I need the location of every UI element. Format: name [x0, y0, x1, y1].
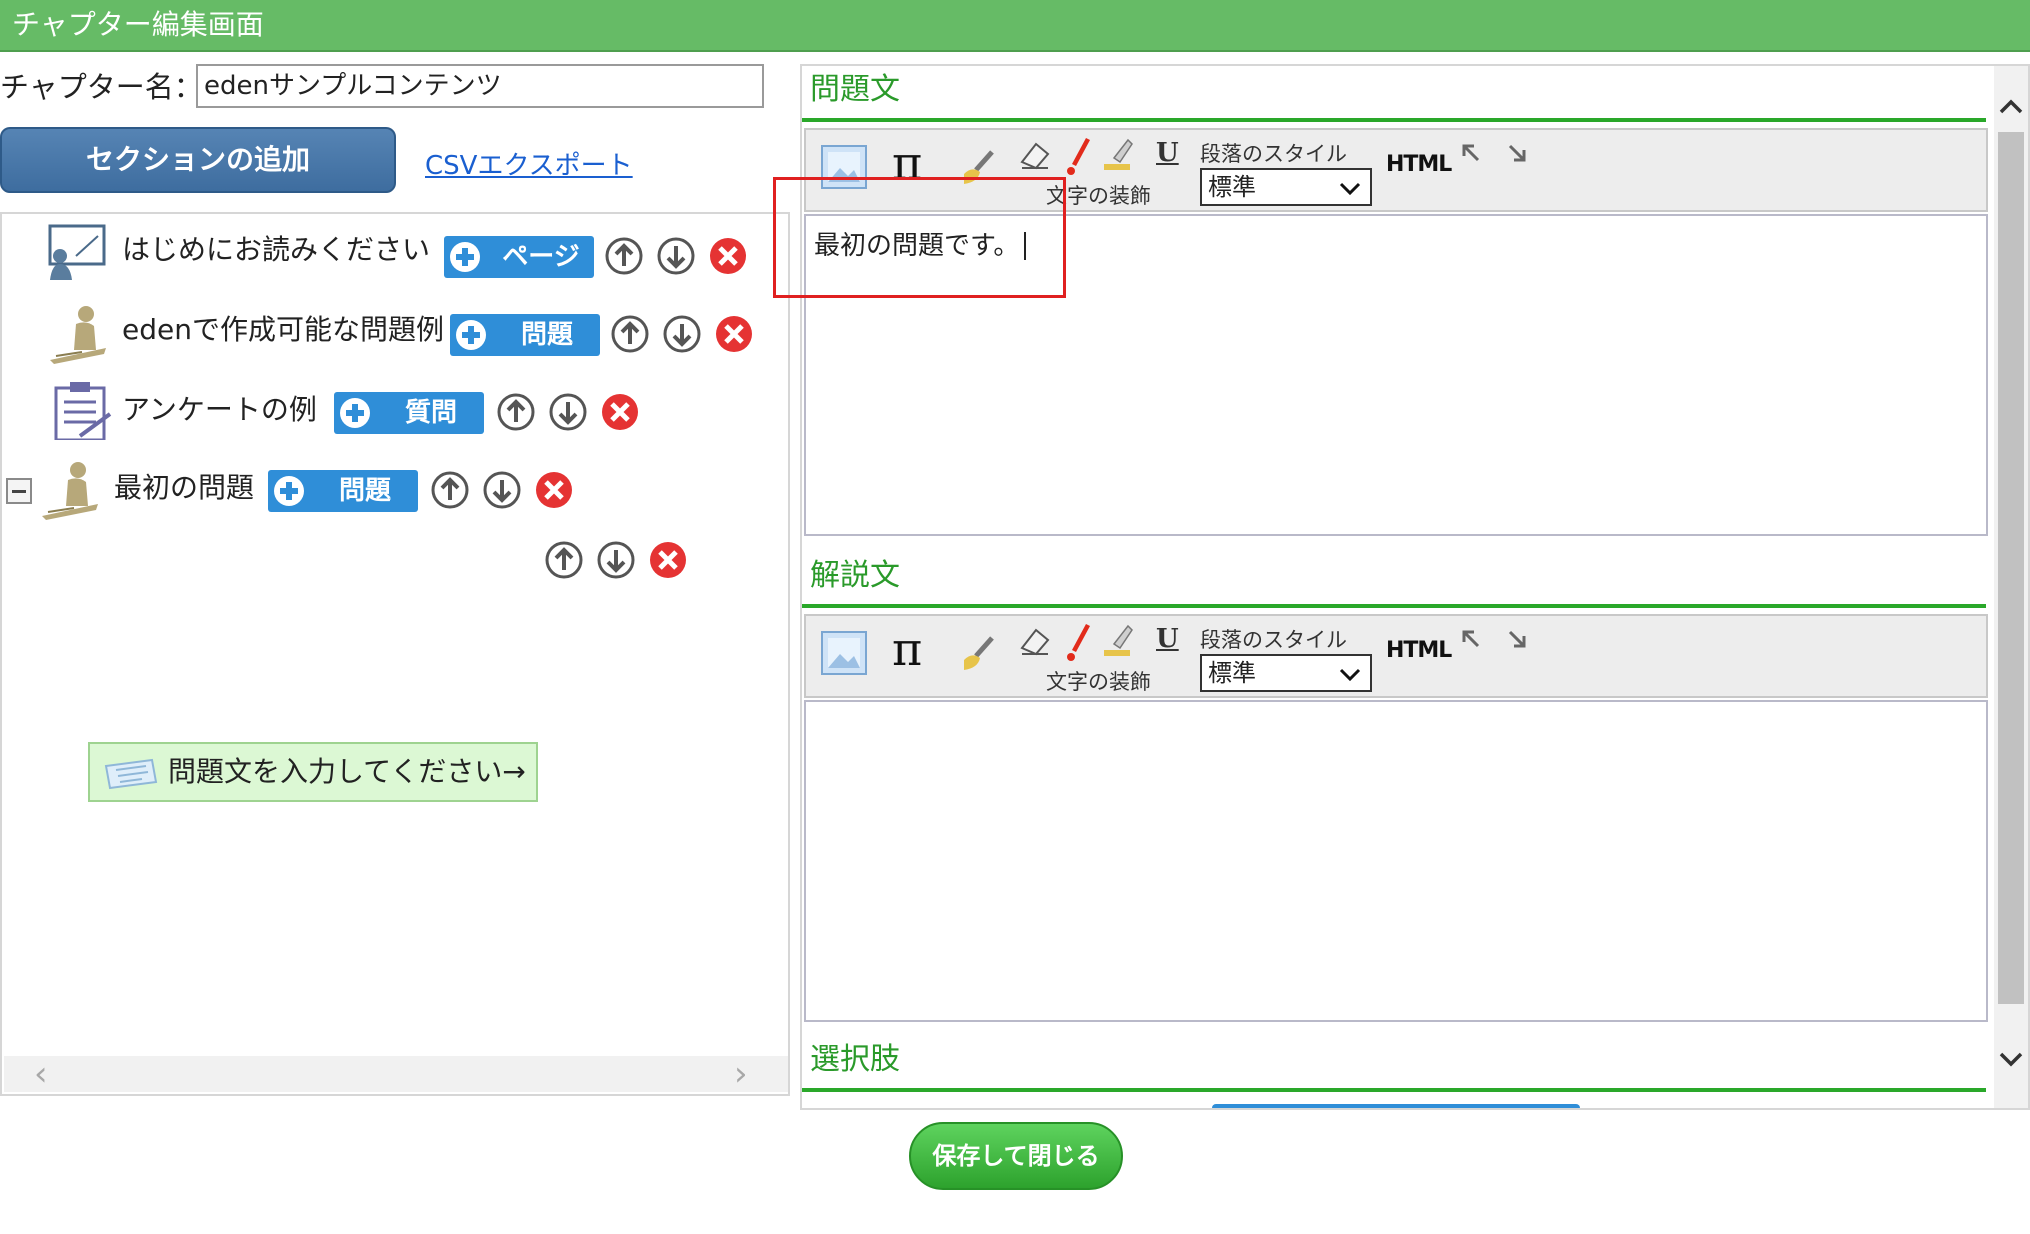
- chapter-name-input[interactable]: edenサンプルコンテンツ: [196, 64, 764, 108]
- html-source-button[interactable]: HTML: [1386, 152, 1452, 177]
- html-source-button[interactable]: HTML: [1386, 638, 1452, 663]
- window-title-bar: チャプター編集画面: [0, 0, 2030, 52]
- tree-horizontal-scrollbar[interactable]: ‹ ›: [4, 1056, 788, 1092]
- clipboard-icon: [54, 382, 112, 440]
- add-question-button[interactable]: 問題: [450, 314, 600, 356]
- expand-icon[interactable]: [1460, 628, 1482, 650]
- scroll-down-icon[interactable]: [1998, 1046, 2024, 1072]
- delete-icon[interactable]: [648, 540, 688, 580]
- tree-item-label: 最初の問題: [114, 471, 255, 504]
- section-divider: [802, 604, 1986, 608]
- delete-icon[interactable]: [714, 314, 754, 354]
- insert-image-icon[interactable]: [820, 630, 868, 676]
- editor-panel: 問題文 π U 文字の装飾 段落のスタイル 標準 HTML 最初の問題です。 解…: [800, 64, 2030, 1110]
- paragraph-style-select[interactable]: 標準: [1200, 168, 1372, 206]
- text-caret: [1024, 232, 1026, 260]
- tree-item-label: アンケートの例: [122, 393, 317, 426]
- explanation-heading: 解説文: [810, 558, 900, 593]
- move-up-icon[interactable]: [610, 314, 650, 354]
- highlight-icon[interactable]: [1102, 624, 1134, 660]
- person-writing-icon: [50, 306, 106, 364]
- section-divider: [802, 118, 1986, 122]
- paragraph-style-label: 段落のスタイル: [1200, 142, 1347, 166]
- underline-icon[interactable]: U: [1156, 138, 1179, 168]
- section-tree-panel: はじめにお読みください ページ edenで作成可能な問題例 問題 アンケートの例…: [0, 212, 790, 1096]
- plus-icon: [456, 320, 486, 350]
- plus-icon: [450, 242, 480, 272]
- move-down-icon[interactable]: [662, 314, 702, 354]
- text-color-icon[interactable]: [1062, 622, 1092, 662]
- paragraph-style-select[interactable]: 標準: [1200, 654, 1372, 692]
- eraser-icon[interactable]: [1018, 626, 1052, 658]
- csv-export-link[interactable]: CSVエクスポート: [425, 145, 633, 182]
- insert-math-icon[interactable]: π: [892, 136, 922, 190]
- chevron-down-icon: [1339, 182, 1361, 196]
- window-title: チャプター編集画面: [12, 8, 264, 41]
- tree-child-question-item[interactable]: 問題文を入力してください→: [88, 742, 538, 802]
- paragraph-style-value: 標準: [1208, 659, 1256, 687]
- question-card-icon: [104, 758, 158, 790]
- tree-item-label: はじめにお読みください: [122, 233, 431, 266]
- eraser-icon[interactable]: [1018, 140, 1052, 172]
- move-up-icon[interactable]: [544, 540, 584, 580]
- highlight-icon[interactable]: [1102, 138, 1134, 174]
- move-up-icon[interactable]: [604, 236, 644, 276]
- insert-math-icon[interactable]: π: [892, 622, 922, 676]
- scroll-right-icon[interactable]: ›: [734, 1056, 748, 1092]
- person-writing-icon: [42, 462, 98, 520]
- question-text-editor[interactable]: 最初の問題です。: [804, 214, 1988, 536]
- insert-image-icon[interactable]: [820, 144, 868, 190]
- presentation-board-icon: [48, 224, 106, 280]
- editor-vertical-scrollbar[interactable]: [1994, 66, 2028, 1108]
- move-down-icon[interactable]: [656, 236, 696, 276]
- explanation-text-editor[interactable]: [804, 700, 1988, 1022]
- move-down-icon[interactable]: [548, 392, 588, 432]
- format-brush-icon[interactable]: [958, 634, 998, 674]
- move-up-icon[interactable]: [430, 470, 470, 510]
- text-decoration-label: 文字の装飾: [1046, 184, 1151, 208]
- move-up-icon[interactable]: [496, 392, 536, 432]
- save-and-close-button[interactable]: 保存して閉じる: [909, 1122, 1123, 1190]
- paragraph-style-value: 標準: [1208, 173, 1256, 201]
- tree-item-label: edenで作成可能な問題例: [122, 313, 444, 346]
- add-section-button[interactable]: セクションの追加: [0, 127, 396, 193]
- delete-icon[interactable]: [708, 236, 748, 276]
- underline-icon[interactable]: U: [1156, 624, 1179, 654]
- scroll-up-icon[interactable]: [1998, 94, 2024, 120]
- collapse-toggle-icon[interactable]: [6, 478, 32, 504]
- move-down-icon[interactable]: [482, 470, 522, 510]
- question-editor-toolbar: π U 文字の装飾 段落のスタイル 標準 HTML: [804, 128, 1988, 212]
- explanation-editor-toolbar: π U 文字の装飾 段落のスタイル 標準 HTML: [804, 614, 1988, 698]
- add-survey-question-button[interactable]: 質問: [334, 392, 484, 434]
- section-divider: [802, 1088, 1986, 1092]
- shrink-icon[interactable]: [1506, 142, 1528, 164]
- plus-icon: [274, 476, 304, 506]
- scrollbar-thumb[interactable]: [1998, 132, 2024, 1004]
- format-brush-icon[interactable]: [958, 148, 998, 188]
- choices-heading: 選択肢: [810, 1042, 900, 1077]
- chevron-down-icon: [1339, 668, 1361, 682]
- question-text-heading: 問題文: [810, 72, 900, 107]
- question-text-content: 最初の問題です。: [814, 231, 1020, 261]
- shrink-icon[interactable]: [1506, 628, 1528, 650]
- delete-icon[interactable]: [534, 470, 574, 510]
- paragraph-style-label: 段落のスタイル: [1200, 628, 1347, 652]
- text-color-icon[interactable]: [1062, 136, 1092, 176]
- text-decoration-label: 文字の装飾: [1046, 670, 1151, 694]
- expand-icon[interactable]: [1460, 142, 1482, 164]
- plus-icon: [340, 398, 370, 428]
- add-question-button[interactable]: 問題: [268, 470, 418, 512]
- add-page-button[interactable]: ページ: [444, 236, 594, 278]
- add-choice-button-partial[interactable]: [1212, 1104, 1580, 1108]
- delete-icon[interactable]: [600, 392, 640, 432]
- move-down-icon[interactable]: [596, 540, 636, 580]
- scroll-left-icon[interactable]: ‹: [34, 1056, 48, 1092]
- tree-child-label: 問題文を入力してください→: [168, 755, 526, 788]
- chapter-name-label: チャプター名：: [0, 70, 203, 104]
